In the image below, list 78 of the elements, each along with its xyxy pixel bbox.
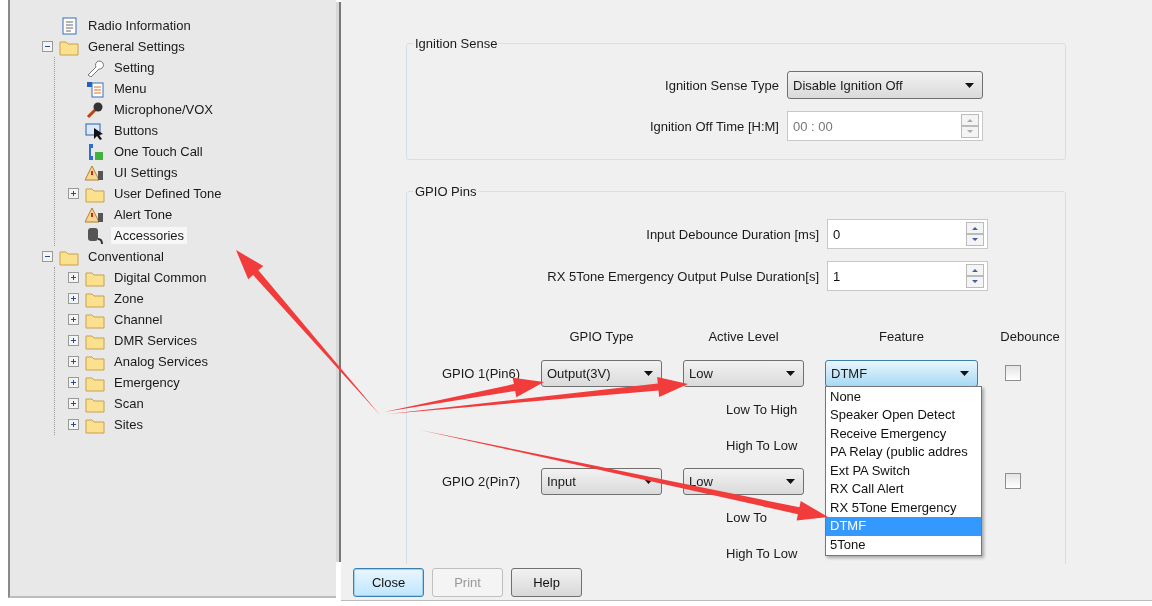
tree-item[interactable]: Channel	[111, 311, 166, 328]
dropdown[interactable]: Input	[541, 467, 662, 495]
tree-item[interactable]: Radio Information	[85, 17, 194, 34]
dialog-button[interactable]: Help	[511, 567, 582, 597]
spinner-icon	[966, 222, 984, 246]
expander-icon[interactable]	[68, 293, 79, 304]
expander-icon[interactable]	[68, 398, 79, 409]
list-icon	[85, 79, 105, 98]
group-title: Ignition Sense	[414, 36, 499, 51]
field-label: Ignition Off Time [H:M]	[649, 118, 779, 134]
edge-label: Low To High	[725, 401, 799, 417]
field-label: RX 5Tone Emergency Output Pulse Duration[s]	[547, 268, 819, 284]
tree-item[interactable]: Microphone/VOX	[111, 101, 216, 118]
wrench-icon	[85, 58, 105, 77]
dropdown-option[interactable]: Speaker Open Detect	[826, 406, 981, 425]
spinner-icon	[966, 264, 984, 288]
pin-label: GPIO 1(Pin6)	[440, 365, 520, 381]
tree-item[interactable]: Zone	[111, 290, 147, 307]
tree-item[interactable]: Emergency	[111, 374, 183, 391]
expander-icon[interactable]	[42, 251, 53, 262]
tree-item[interactable]: General Settings	[85, 38, 188, 55]
column-header: GPIO Type	[568, 329, 635, 345]
tree-item[interactable]: Sites	[111, 416, 146, 433]
group-title: GPIO Pins	[414, 184, 478, 199]
tree-item[interactable]: UI Settings	[111, 164, 181, 181]
tree-item[interactable]: Accessories	[111, 227, 188, 244]
checkbox[interactable]	[1005, 473, 1021, 489]
warning-icon	[85, 163, 105, 182]
expander-icon[interactable]	[68, 356, 79, 367]
expander-icon[interactable]	[68, 272, 79, 283]
speaker-mic-icon	[85, 226, 105, 245]
column-header: Feature	[878, 329, 925, 345]
tree-item[interactable]: Buttons	[111, 122, 162, 139]
expander-icon[interactable]	[68, 335, 79, 346]
dropdown-option[interactable]: RX Call Alert	[826, 480, 981, 499]
pin-label: GPIO 2(Pin7)	[440, 473, 520, 489]
tree-item[interactable]: Conventional	[85, 248, 167, 265]
dropdown-option[interactable]: None	[826, 387, 981, 406]
dropdown-option[interactable]: PA Relay (public addres	[826, 443, 981, 462]
spin-field[interactable]: 1	[827, 261, 988, 291]
tree-item[interactable]: One Touch Call	[111, 143, 206, 160]
expander-icon[interactable]	[68, 377, 79, 388]
tree-item[interactable]: User Defined Tone	[111, 185, 225, 202]
dialog-button[interactable]: Close	[353, 567, 424, 597]
microphone-icon	[85, 100, 105, 119]
column-header: Active Level	[707, 329, 780, 345]
expander-icon[interactable]	[68, 419, 79, 430]
tree-item[interactable]: Analog Services	[111, 353, 211, 370]
dropdown[interactable]: DTMF	[825, 359, 978, 387]
edge-label: Low To	[725, 509, 768, 525]
field-label: Input Debounce Duration [ms]	[646, 226, 819, 242]
field-label: Ignition Sense Type	[665, 77, 779, 93]
caret-icon	[965, 82, 974, 88]
column-header: Debounce	[999, 329, 1061, 345]
document-icon	[59, 16, 79, 35]
tree-item[interactable]: Setting	[111, 59, 158, 76]
edge-label: High To Low	[725, 437, 799, 453]
tree-item[interactable]: Menu	[111, 80, 150, 97]
edge-label: High To Low	[725, 545, 799, 561]
dropdown[interactable]: Disable Ignition Off	[787, 71, 983, 99]
expander-icon[interactable]	[42, 41, 53, 52]
spin-field[interactable]: 0	[827, 219, 988, 249]
tree-item[interactable]: Scan	[111, 395, 147, 412]
caret-icon	[960, 370, 969, 376]
dropdown[interactable]: Output(3V)	[541, 359, 662, 387]
dropdown[interactable]: Low	[683, 467, 804, 495]
warning-icon	[85, 205, 105, 224]
cursor-icon	[85, 121, 105, 140]
expander-icon[interactable]	[68, 188, 79, 199]
caret-icon	[786, 370, 795, 376]
expander-icon[interactable]	[68, 314, 79, 325]
tree-item[interactable]: Alert Tone	[111, 206, 176, 223]
tree-item[interactable]: DMR Services	[111, 332, 201, 349]
caret-icon	[786, 478, 795, 484]
tree-item[interactable]: Digital Common	[111, 269, 210, 286]
checkbox[interactable]	[1005, 365, 1021, 381]
dropdown[interactable]: Low	[683, 359, 804, 387]
spinner-icon	[961, 114, 979, 138]
